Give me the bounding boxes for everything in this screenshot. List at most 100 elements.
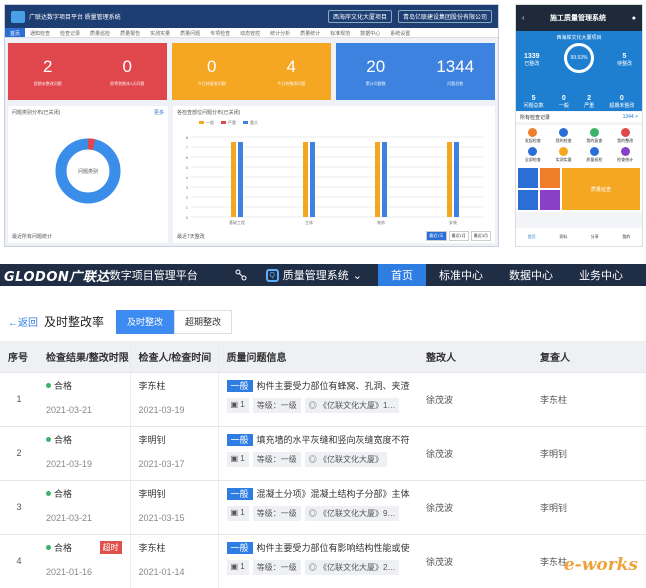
dashboard-nav-item[interactable]: 专项检查 (205, 28, 235, 37)
dashboard-nav-item[interactable]: 质量统计 (295, 28, 325, 37)
dashboard-nav-item[interactable]: 检查记录 (55, 28, 85, 37)
mobile-icon-item[interactable]: 全部检查 (519, 147, 547, 163)
y-tick-label: 8 (186, 135, 189, 140)
page-title: 及时整改率 (44, 315, 105, 329)
mobile-stat-value: 0 (561, 95, 566, 102)
dashboard-nav-item[interactable]: 数据中心 (355, 28, 385, 37)
kpi-card[interactable]: 20 累计问题数 (336, 43, 416, 100)
legend-label: 一般 (206, 119, 214, 125)
category-panel-title: 问题类别分布(已关闭) (12, 110, 61, 116)
category-more-link[interactable]: 更多 (154, 109, 164, 116)
inspector-cell: 李明钊 2021-03-17 (130, 425, 219, 480)
kpi-card[interactable]: 1344 问题总数 (416, 43, 496, 100)
mobile-icon-item[interactable]: 质量巡检 (581, 147, 609, 163)
x-tick-label: 主体 (305, 219, 313, 225)
dashboard-nav-item[interactable]: 质量报告 (115, 28, 145, 37)
reviewer-cell: 李东柱 (532, 371, 646, 426)
tile-blue[interactable] (518, 168, 538, 188)
dashboard-nav-item[interactable]: 统计分析 (265, 28, 295, 37)
kpi-label: 今日待整改问题 (277, 80, 306, 86)
menu-item[interactable]: 标准中心 (426, 264, 496, 286)
dashboard-nav-item[interactable]: 质量问题 (175, 28, 205, 37)
project-path: ◎ 《亿联文化大厦》2… (304, 559, 400, 575)
dashboard-nav-item[interactable]: 通知检查 (25, 28, 55, 37)
mobile-icon-item[interactable]: 我的整改 (611, 128, 639, 144)
level-tag: 一般 (226, 379, 253, 392)
kpi-card[interactable]: 2 超期未整改问题 (8, 43, 88, 100)
system-name: 质量管理系统 (282, 270, 349, 282)
dashboard-nav-item[interactable]: 系统设置 (385, 28, 415, 37)
system-selector[interactable]: Q 质量管理系统 ⌄ (265, 267, 362, 283)
issue-meta: ▣ 1 等级：一级 ◎ 《亿联文化大厦》9… (226, 505, 411, 521)
dashboard-nav-item[interactable]: 标准规范 (325, 28, 355, 37)
table-row[interactable]: 3 合格 2021-03-21 李明钊 2021-03-15 一般 混凝土分项》混凝土结构子… (0, 479, 646, 534)
kpi-group: 0 今日待复查问题 4 今日待整改问题 (172, 43, 331, 100)
dashboard-nav-item[interactable]: 首页 (5, 28, 26, 37)
kpi-label: 即将到期未3天问题 (110, 80, 145, 86)
photo-count[interactable]: ▣ 1 (226, 505, 249, 521)
project-path: ◎ 《亿联文化大厦》9… (304, 505, 400, 521)
mobile-icon-item[interactable]: 发起检查 (519, 128, 547, 144)
table-row[interactable]: 4 合格 超时 2021-01-16 李东柱 2021-01-14 一般 构件主要受力部位有影… (0, 533, 646, 588)
hub-icon[interactable] (234, 268, 248, 282)
menu-item[interactable]: 数据中心 (496, 264, 566, 286)
project-selector[interactable]: 西海岸文化大厦项目 (327, 10, 392, 23)
chevron-down-icon: ⌄ (352, 269, 362, 282)
range-button[interactable]: 最近1月 (448, 231, 469, 241)
photo-count[interactable]: ▣ 1 (226, 559, 249, 575)
kpi-card[interactable]: 4 今日待整改问题 (252, 43, 332, 100)
tile-blue-2[interactable] (518, 190, 538, 210)
range-button[interactable]: 最近7天 (426, 231, 447, 241)
mobile-app-icon (620, 128, 630, 137)
dashboard-nav-item[interactable]: 质量巡检 (85, 28, 115, 37)
quality-patrol-tile[interactable]: 质量巡查 (562, 168, 640, 210)
kpi-card[interactable]: 0 今日待复查问题 (172, 43, 252, 100)
table-row[interactable]: 1 合格 2021-03-21 李东柱 2021-03-19 一般 构件主要受力部位有蜂窝、… (0, 371, 646, 426)
bell-icon[interactable]: ● (632, 15, 636, 22)
mobile-icon-item[interactable]: 我的检查 (550, 128, 578, 144)
tile-purple[interactable] (540, 190, 560, 210)
tile-orange[interactable] (540, 168, 560, 188)
menu-item[interactable]: 业务中心 (566, 264, 636, 286)
mobile-tab[interactable]: 分享 (591, 234, 599, 240)
photo-count[interactable]: ▣ 1 (226, 397, 249, 413)
mobile-tab[interactable]: 首页 (528, 234, 536, 240)
bar (238, 142, 243, 217)
issue-line: 一般填充墙的水平灰缝和竖向灰缝宽度不符合规… (226, 433, 410, 446)
mobile-app-icon (559, 128, 569, 137)
table-row[interactable]: 2 合格 2021-03-19 李明钊 2021-03-17 一般 填充墙的水平灰缝和竖向灰… (0, 425, 646, 480)
kpi-value: 4 (286, 56, 296, 76)
tab-overdue[interactable]: 超期整改 (174, 309, 233, 334)
rectifier-cell: 徐茂波 (418, 371, 532, 426)
level-tag: 一般 (226, 541, 253, 554)
dashboard-nav-item[interactable]: 实测实量 (145, 28, 175, 37)
stat-rectified: 1339 已整改 (524, 53, 540, 67)
status-dot-icon (46, 436, 51, 442)
menu-item[interactable]: 首页 (377, 264, 426, 286)
mobile-tab[interactable]: 资料 (559, 234, 567, 240)
top-menu: 首页 标准中心 数据中心 业务中心 (377, 264, 636, 286)
kpi-card[interactable]: 0 即将到期未3天问题 (88, 43, 168, 100)
result-status: 合格 (46, 379, 122, 392)
issue-cell: 一般构件主要受力部位有蜂窝、孔洞、夹渣、混… ▣ 1等级：一级◎ 《亿联文化大厦》… (218, 371, 418, 426)
mobile-icon-label: 发起检查 (524, 138, 541, 143)
back-link[interactable]: ←返回 (8, 314, 38, 329)
location-bar-chart: 0 1 2 3 4 5 6 7 8 基础工程 主体 装饰 安装 一般 严重 重大 (186, 119, 483, 225)
dashboard-nav-item[interactable]: 动态管控 (235, 28, 265, 37)
mobile-tab[interactable]: 我的 (622, 234, 630, 240)
all-records-bar[interactable]: 所有检查记录 1344 > (516, 112, 642, 122)
issue-meta: ▣ 1 等级：一级 ◎ 《亿联文化大厦》1… (226, 397, 411, 413)
mobile-icon-item[interactable]: 我的复查 (581, 128, 609, 144)
overdue-badge: 超时 (99, 540, 122, 554)
mobile-icon-item[interactable]: 检查统计 (611, 147, 639, 163)
company-selector[interactable]: 青岛亿联建设集团股份有限公司 (397, 10, 492, 23)
donut-chart: 问题类别 (55, 138, 121, 204)
bar (447, 142, 452, 217)
mobile-icon-item[interactable]: 实测实量 (550, 147, 578, 163)
photo-count[interactable]: ▣ 1 (226, 451, 249, 467)
legend-swatch (243, 121, 248, 124)
issue-cell: 一般填充墙的水平灰缝和竖向灰缝宽度不符合规… ▣ 1等级：一级◎ 《亿联文化大厦》 (218, 425, 418, 480)
legend-swatch (199, 121, 204, 124)
tab-on-time[interactable]: 及时整改 (116, 309, 175, 334)
range-button[interactable]: 最近3月 (470, 231, 491, 241)
